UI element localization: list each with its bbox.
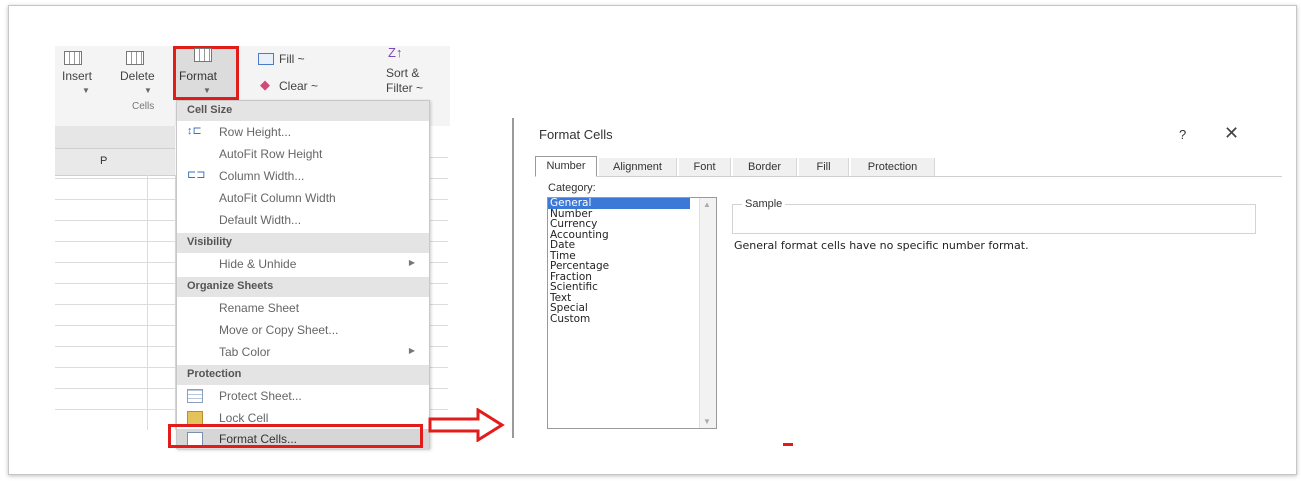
lock-icon: [187, 411, 203, 425]
category-label: Category:: [548, 182, 596, 194]
format-cells-highlight: [168, 424, 423, 448]
menu-item-label: Column Width...: [219, 169, 305, 183]
format-cells-dialog: Format Cells ? ✕ Number Alignment Font B…: [512, 118, 1288, 448]
menu-item-move-copy[interactable]: Move or Copy Sheet...: [177, 320, 429, 341]
category-scrollbar[interactable]: ▲ ▼: [699, 198, 716, 428]
insert-button[interactable]: Insert: [62, 69, 92, 83]
tab-border[interactable]: Border: [733, 158, 797, 176]
menu-section-cell-size: Cell Size: [177, 101, 429, 121]
filter-button[interactable]: Filter ~: [386, 81, 423, 95]
menu-item-default-width[interactable]: Default Width...: [177, 210, 429, 231]
delete-dropdown-icon[interactable]: ▼: [144, 86, 152, 95]
close-icon[interactable]: ✕: [1224, 123, 1239, 144]
menu-item-label: Lock Cell: [219, 411, 269, 425]
category-item-special[interactable]: Special: [548, 303, 716, 314]
column-header-label: P: [100, 155, 108, 167]
column-header[interactable]: P: [55, 148, 175, 176]
category-item-scientific[interactable]: Scientific: [548, 282, 716, 293]
menu-section-visibility: Visibility: [177, 233, 429, 253]
sample-box: [732, 204, 1256, 234]
clear-button[interactable]: Clear ~: [279, 79, 318, 93]
category-item-date[interactable]: Date: [548, 240, 716, 251]
scroll-down-icon[interactable]: ▼: [703, 417, 711, 426]
menu-item-label: Default Width...: [219, 213, 302, 227]
insert-dropdown-icon[interactable]: ▼: [82, 86, 90, 95]
sample-label: Sample: [742, 198, 786, 210]
grid-divider: [147, 175, 148, 430]
menu-item-label: AutoFit Column Width: [219, 191, 336, 205]
menu-item-label: Move or Copy Sheet...: [219, 323, 339, 337]
sort-filter-icon: Z↑: [388, 45, 403, 60]
format-dropdown-icon[interactable]: ▼: [203, 86, 211, 95]
menu-item-protect-sheet[interactable]: Protect Sheet...: [177, 386, 429, 407]
category-list[interactable]: General Number Currency Accounting Date …: [547, 197, 717, 429]
dialog-title: Format Cells: [539, 127, 613, 142]
ribbon-bottom-band: [55, 126, 175, 148]
red-mark: [783, 443, 793, 446]
tab-fill[interactable]: Fill: [799, 158, 849, 176]
menu-item-autofit-column[interactable]: AutoFit Column Width: [177, 188, 429, 209]
menu-item-label: Hide & Unhide: [219, 257, 297, 271]
category-item-general[interactable]: General: [548, 198, 690, 209]
submenu-arrow-icon: ▶: [408, 258, 415, 267]
help-button[interactable]: ?: [1179, 127, 1186, 142]
row-height-icon: ↕⊏: [187, 125, 202, 137]
category-item-percentage[interactable]: Percentage: [548, 261, 716, 272]
format-menu: Cell Size ↕⊏ Row Height... AutoFit Row H…: [176, 100, 430, 450]
menu-item-row-height[interactable]: ↕⊏ Row Height...: [177, 122, 429, 143]
format-description: General format cells have no specific nu…: [734, 239, 1029, 252]
dialog-left-border: [512, 118, 514, 438]
menu-section-organize: Organize Sheets: [177, 277, 429, 297]
menu-item-label: Tab Color: [219, 345, 271, 359]
menu-item-label: AutoFit Row Height: [219, 147, 323, 161]
menu-item-rename-sheet[interactable]: Rename Sheet: [177, 298, 429, 319]
tab-protection[interactable]: Protection: [851, 158, 935, 176]
sheet-grid-right[interactable]: [428, 150, 448, 430]
category-item-custom[interactable]: Custom: [548, 313, 716, 325]
scroll-up-icon[interactable]: ▲: [703, 200, 711, 209]
eraser-icon: ◆: [260, 77, 270, 92]
cells-group-label: Cells: [132, 101, 155, 112]
right-arrow-icon: [428, 408, 505, 442]
tab-alignment[interactable]: Alignment: [599, 158, 677, 176]
delete-cells-icon: [126, 51, 144, 65]
insert-cells-icon: [64, 51, 82, 65]
menu-item-label: Row Height...: [219, 125, 292, 139]
menu-item-hide-unhide[interactable]: Hide & Unhide ▶: [177, 254, 429, 275]
fill-button[interactable]: Fill ~: [279, 52, 305, 66]
fill-down-icon: [258, 53, 274, 65]
tab-font[interactable]: Font: [679, 158, 731, 176]
dialog-tabs: Number Alignment Font Border Fill Protec…: [535, 156, 1282, 177]
tab-number[interactable]: Number: [535, 156, 597, 177]
format-cells-icon: [194, 48, 212, 62]
sort-button[interactable]: Sort &: [386, 66, 419, 80]
delete-button[interactable]: Delete: [120, 69, 155, 83]
menu-section-protection: Protection: [177, 365, 429, 385]
menu-item-tab-color[interactable]: Tab Color ▶: [177, 342, 429, 363]
submenu-arrow-icon: ▶: [408, 346, 415, 355]
menu-item-autofit-row[interactable]: AutoFit Row Height: [177, 144, 429, 165]
category-item-currency[interactable]: Currency: [548, 219, 716, 230]
protect-sheet-icon: [187, 389, 203, 403]
menu-item-label: Rename Sheet: [219, 301, 300, 315]
menu-item-column-width[interactable]: ⊏⊐ Column Width...: [177, 166, 429, 187]
menu-item-label: Protect Sheet...: [219, 389, 302, 403]
column-width-icon: ⊏⊐: [187, 169, 206, 181]
sheet-grid[interactable]: [55, 175, 176, 430]
format-button[interactable]: Format: [179, 69, 217, 83]
